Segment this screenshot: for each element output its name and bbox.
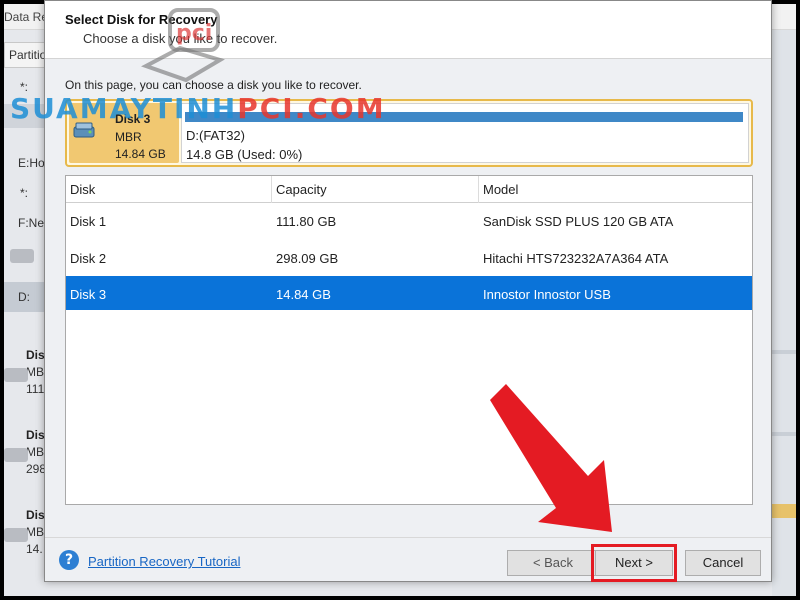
disk-cell: Disk 1 xyxy=(70,214,107,229)
watermark-text-main: SUAMAYTINH xyxy=(10,92,238,125)
back-button[interactable]: < Back xyxy=(507,550,599,576)
model-cell: Innostor Innostor USB xyxy=(483,287,611,302)
disk-cell: Disk 3 xyxy=(70,287,107,302)
capacity-cell: 298.09 GB xyxy=(276,251,339,266)
background-right-stripe xyxy=(772,504,796,518)
table-row[interactable]: Disk 1 111.80 GB SanDisk SSD PLUS 120 GB… xyxy=(66,203,752,237)
background-selected-row[interactable]: D: xyxy=(4,282,44,312)
background-right-stripe xyxy=(772,432,796,436)
next-button[interactable]: Next > xyxy=(595,550,673,576)
partition-info: 14.8 GB (Used: 0%) xyxy=(186,147,303,162)
red-arrow-shape xyxy=(490,384,612,532)
watermark-text: SUAMAYTINHPCI.COM xyxy=(10,92,386,125)
background-row-label: E:Ho xyxy=(18,156,45,170)
background-disk-icon xyxy=(10,249,34,263)
column-header-model[interactable]: Model xyxy=(479,176,752,203)
partition-name: D:(FAT32) xyxy=(186,128,245,143)
background-row-label: *: xyxy=(20,186,29,200)
background-row-label: F:Ne xyxy=(18,216,45,230)
selected-disk-scheme: MBR xyxy=(115,130,142,144)
cancel-button[interactable]: Cancel xyxy=(685,550,761,576)
dialog-footer: ? Partition Recovery Tutorial < Back Nex… xyxy=(45,537,771,582)
background-right-stripe xyxy=(772,350,796,354)
background-row-label: D: xyxy=(18,290,30,304)
capacity-cell: 14.84 GB xyxy=(276,287,331,302)
background-disk-icon xyxy=(4,448,28,462)
model-cell: Hitachi HTS723232A7A364 ATA xyxy=(483,251,669,266)
background-disk-size: 111 xyxy=(26,382,45,396)
red-arrow-annotation xyxy=(490,384,612,532)
capacity-cell: 111.80 GB xyxy=(276,214,337,229)
selected-disk-size: 14.84 GB xyxy=(115,147,166,161)
watermark-text-accent: PCI.COM xyxy=(237,92,386,125)
watermark-logo: pci xyxy=(141,8,225,83)
table-row-selected[interactable]: Disk 3 14.84 GB Innostor Innostor USB xyxy=(66,276,752,310)
help-icon[interactable]: ? xyxy=(59,550,79,570)
background-disk-size: 14. xyxy=(26,542,43,556)
table-row[interactable]: Disk 2 298.09 GB Hitachi HTS723232A7A364… xyxy=(66,240,752,274)
column-header-capacity[interactable]: Capacity xyxy=(272,176,479,203)
partition-recovery-tutorial-link[interactable]: Partition Recovery Tutorial xyxy=(88,554,240,569)
disk-table-header: Disk Capacity Model xyxy=(66,176,752,203)
column-header-disk[interactable]: Disk xyxy=(66,176,272,203)
model-cell: SanDisk SSD PLUS 120 GB ATA xyxy=(483,214,674,229)
disk-cell: Disk 2 xyxy=(70,251,107,266)
watermark-logo-text: pci xyxy=(176,21,212,46)
background-disk-icon xyxy=(4,368,28,382)
background-disk-icon xyxy=(4,528,28,542)
